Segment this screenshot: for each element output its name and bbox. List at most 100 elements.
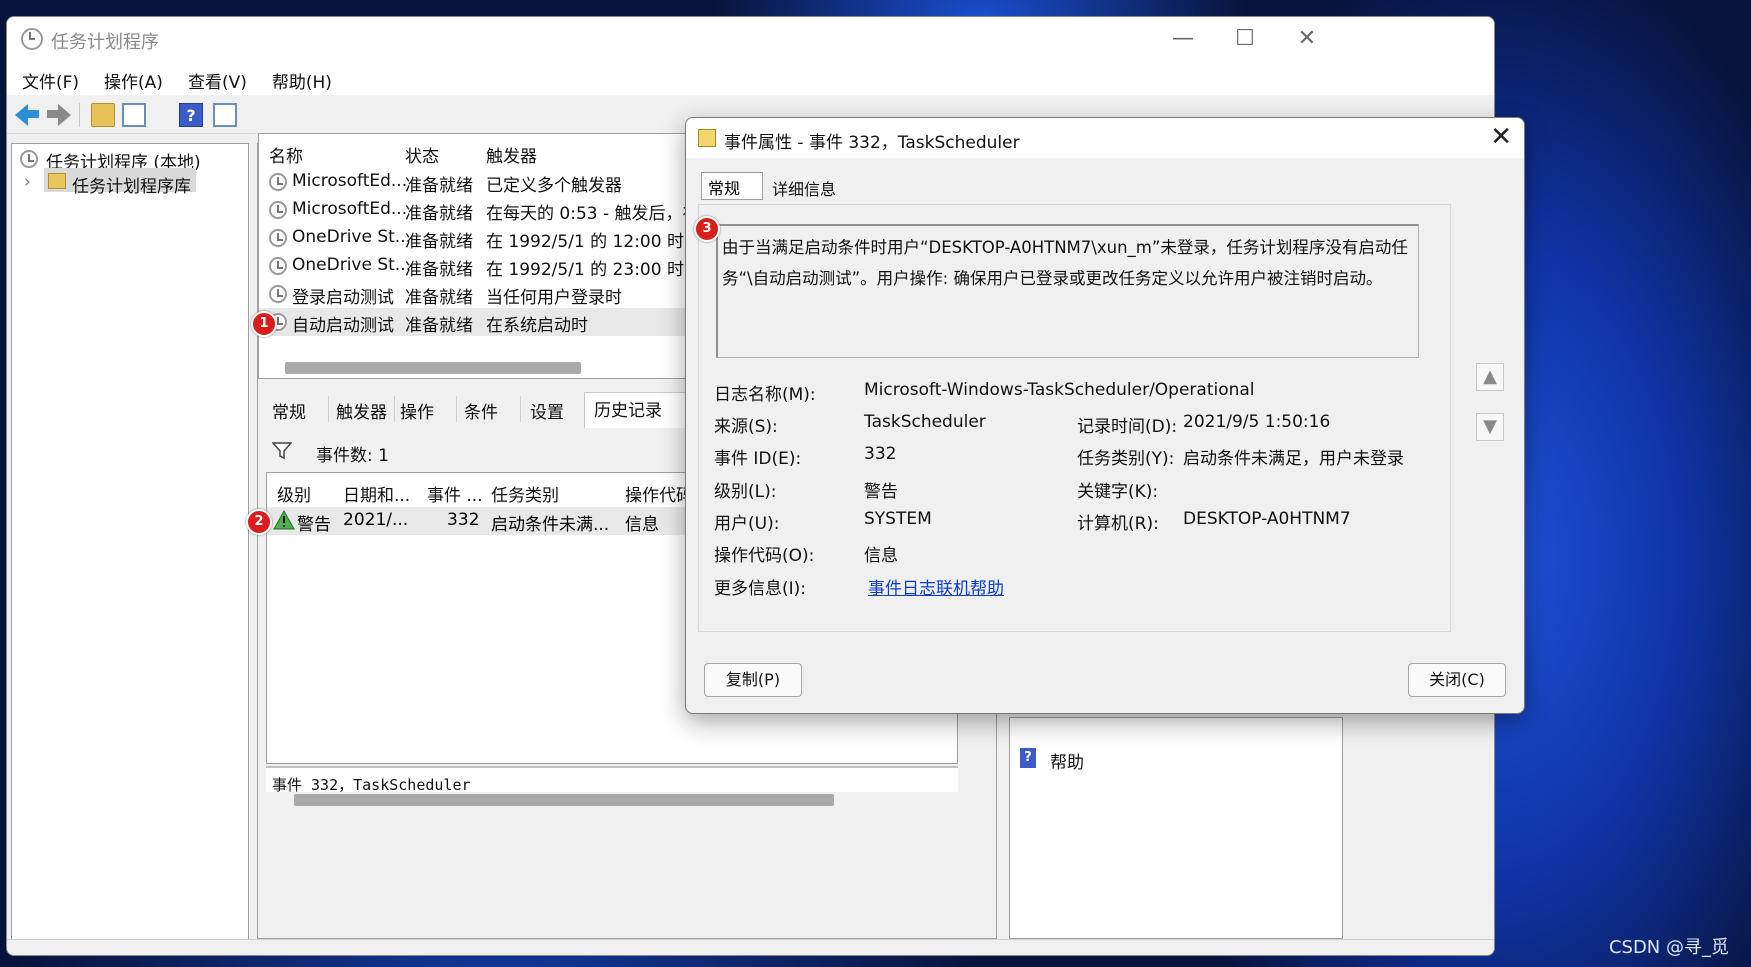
next-event-arrow-icon[interactable]: ▼ [1476,413,1504,441]
source-value: TaskScheduler [864,412,986,432]
opcode-value: 信息 [864,546,898,566]
copy-button[interactable]: 复制(P) [704,663,802,697]
close-button[interactable]: 关闭(C) [1408,663,1506,697]
computer-value: DESKTOP-A0HTNM7 [1183,509,1351,529]
menu-file[interactable]: 文件(F) [22,68,79,93]
task-name: 自动启动测试 [292,316,394,336]
col-header-opcode[interactable]: 操作代码 [625,481,693,506]
task-name: MicrosoftEd... [292,171,408,191]
task-row[interactable]: OneDrive St... 准备就绪 在 1992/5/1 的 12:00 时… [259,224,718,252]
maximize-button[interactable]: ☐ [1223,25,1267,53]
annotation-badge-3: 3 [694,216,720,242]
back-arrow-icon[interactable] [15,103,39,127]
filter-funnel-icon[interactable] [272,442,292,460]
history-scrollbar[interactable] [294,794,834,806]
title-bar[interactable]: 任务计划程序 — ☐ ✕ [7,17,1494,63]
csdn-watermark: CSDN @寻_觅 [1608,937,1729,958]
help-icon[interactable]: ? [179,103,203,127]
show-hide-console-tree-icon[interactable] [122,103,146,127]
task-list: 名称 状态 触发器 MicrosoftEd... 准备就绪 已定义多个触发器 M… [258,133,718,379]
tab-actions[interactable]: 操作 [400,398,434,423]
minimize-button[interactable]: — [1161,25,1205,53]
tree-item-library[interactable]: 任务计划程序库 [72,172,191,197]
col-header-trigger[interactable]: 触发器 [486,142,537,167]
task-clock-icon [269,257,287,275]
task-row-selected[interactable]: 自动启动测试 准备就绪 在系统启动时 [259,308,689,336]
col-header-event-id[interactable]: 事件 ... [427,481,483,506]
event-message-text[interactable]: 由于当满足启动条件时用户“DESKTOP-A0HTNM7\xun_m”未登录，任… [716,224,1419,358]
level-value: 警告 [864,482,898,502]
event-id-label: 事件 ID(E): [714,449,802,469]
col-header-level[interactable]: 级别 [277,481,311,506]
event-properties-dialog: 事件属性 - 事件 332，TaskScheduler ✕ 常规 详细信息 由于… [685,117,1525,714]
task-row[interactable]: MicrosoftEd... 准备就绪 在每天的 0:53 - 触发后，在 [259,196,700,224]
tab-general[interactable]: 常规 [272,398,306,423]
task-clock-icon [269,229,287,247]
log-name-value: Microsoft-Windows-TaskScheduler/Operatio… [864,380,1255,400]
tab-history[interactable]: 历史记录 [594,396,662,421]
folder-icon [48,173,66,189]
task-row[interactable]: OneDrive St... 准备就绪 在 1992/5/1 的 23:00 时… [259,252,718,280]
annotation-badge-2: 2 [246,509,272,535]
event-id: 332 [447,510,480,530]
event-log-online-help-link[interactable]: 事件日志联机帮助 [868,574,1004,599]
task-name: 登录启动测试 [292,288,394,308]
forward-arrow-icon[interactable] [47,103,71,127]
close-window-button[interactable]: ✕ [1285,25,1329,53]
event-date: 2021/... [343,510,409,530]
task-status: 准备就绪 [405,232,473,252]
previous-event-arrow-icon[interactable]: ▲ [1476,363,1504,391]
event-id-value: 332 [864,444,897,464]
task-trigger: 已定义多个触发器 [486,176,622,196]
dialog-title: 事件属性 - 事件 332，TaskScheduler [724,133,1020,153]
col-header-name[interactable]: 名称 [269,142,303,167]
tab-divider [520,396,521,422]
task-clock-icon [269,285,287,303]
keywords-label: 关键字(K): [1077,482,1159,502]
annotation-badge-1: 1 [251,311,277,337]
col-header-date[interactable]: 日期和... [343,481,410,506]
task-row[interactable]: 登录启动测试 准备就绪 当任何用户登录时 [259,280,689,308]
event-log-icon [698,129,716,147]
dialog-tab-details[interactable]: 详细信息 [772,176,836,200]
task-status: 准备就绪 [405,288,473,308]
task-list-scrollbar[interactable] [285,362,581,374]
logged-value: 2021/9/5 1:50:16 [1183,412,1331,432]
task-trigger: 当任何用户登录时 [486,288,622,308]
event-row[interactable]: 警告 2021/... 332 启动条件未满... 信息 [267,507,687,535]
toolbar-separator [79,103,80,127]
task-category-value: 启动条件未满足，用户未登录 [1183,449,1404,469]
tab-settings[interactable]: 设置 [530,398,564,423]
window-title: 任务计划程序 [51,32,159,53]
dialog-close-icon[interactable]: ✕ [1490,122,1512,152]
col-header-task-category[interactable]: 任务类别 [491,481,559,506]
log-name-label: 日志名称(M): [714,385,816,405]
dialog-title-bar[interactable]: 事件属性 - 事件 332，TaskScheduler ✕ [686,118,1524,158]
task-name: MicrosoftEd... [292,199,408,219]
menu-action[interactable]: 操作(A) [104,68,163,93]
more-info-label: 更多信息(I): [714,579,807,599]
task-detail-tabs: 常规 触发器 操作 条件 设置 历史记录 [258,392,688,428]
task-trigger: 在系统启动时 [486,316,588,336]
actions-help-link[interactable]: 帮助 [1050,748,1084,773]
console-tree: 任务计划程序 (本地) › 任务计划程序库 [11,143,249,941]
tab-conditions[interactable]: 条件 [464,398,498,423]
event-category: 启动条件未满... [491,515,610,535]
tab-divider [328,396,329,422]
logged-label: 记录时间(D): [1077,417,1178,437]
menu-view[interactable]: 查看(V) [188,68,247,93]
dialog-tab-general[interactable]: 常规 [701,172,763,200]
show-hide-action-pane-icon[interactable] [213,103,237,127]
menu-help[interactable]: 帮助(H) [272,68,332,93]
task-name: OneDrive St... [292,255,412,275]
tab-triggers[interactable]: 触发器 [336,398,387,423]
event-preview-title: 事件 332，TaskScheduler [272,776,471,792]
col-header-status[interactable]: 状态 [405,142,439,167]
task-status: 准备就绪 [405,260,473,280]
task-row[interactable]: MicrosoftEd... 准备就绪 已定义多个触发器 [259,168,689,196]
expand-chevron-icon[interactable]: › [24,172,31,192]
task-name: OneDrive St... [292,227,412,247]
task-status: 准备就绪 [405,316,473,336]
event-count: 事件数: 1 [316,446,389,466]
up-folder-icon[interactable] [91,103,115,127]
